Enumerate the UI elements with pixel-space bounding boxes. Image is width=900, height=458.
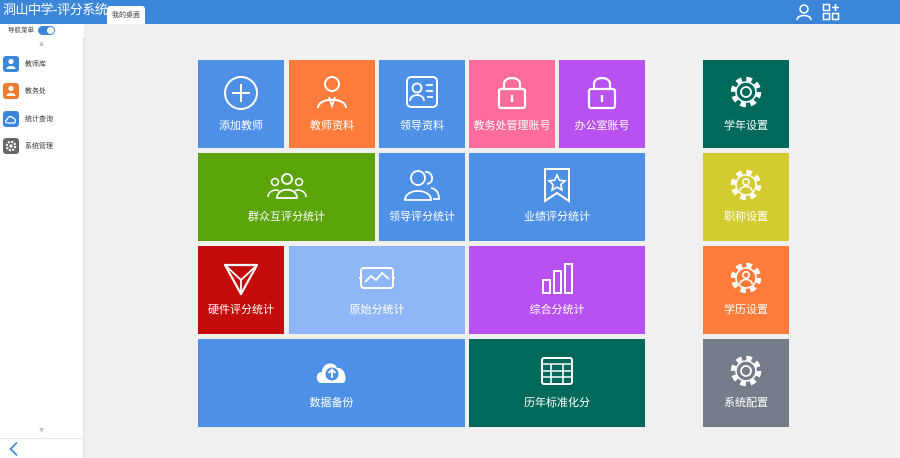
sidebar-item-label: 统计查询 bbox=[25, 115, 53, 123]
tile-hardware-evaluation[interactable]: 硬件评分统计 bbox=[198, 246, 284, 334]
tile-label: 群众互评分统计 bbox=[248, 210, 325, 223]
tile-label: 领导评分统计 bbox=[389, 210, 455, 223]
sidebar-item-label: 教师库 bbox=[25, 60, 46, 68]
cloud-icon bbox=[3, 111, 19, 127]
tile-leader-evaluation[interactable]: 领导评分统计 bbox=[379, 153, 465, 241]
lock-icon bbox=[586, 74, 618, 110]
profile-card-icon bbox=[404, 74, 440, 110]
sidebar-item-label: 教务处 bbox=[25, 87, 46, 95]
tile-label: 教师资料 bbox=[310, 119, 354, 132]
tile-composite-statistics[interactable]: 综合分统计 bbox=[469, 246, 645, 334]
tile-label: 历年标准化分 bbox=[524, 396, 590, 409]
sidebar-footer bbox=[0, 438, 84, 458]
user-icon bbox=[3, 83, 19, 99]
tile-teacher-info[interactable]: 教师资料 bbox=[289, 60, 375, 148]
tile-education-setting[interactable]: 学历设置 bbox=[703, 246, 789, 334]
tile-label: 领导资料 bbox=[400, 119, 444, 132]
gear-icon bbox=[727, 352, 765, 390]
scroll-up-icon[interactable]: ▲ bbox=[37, 41, 46, 47]
app-title: 洞山中学-评分系统 bbox=[3, 3, 108, 18]
nav-menu-toggle[interactable] bbox=[38, 26, 55, 35]
tile-school-year[interactable]: 学年设置 bbox=[703, 60, 789, 148]
tile-label: 系统配置 bbox=[724, 396, 768, 409]
tile-label: 职称设置 bbox=[724, 210, 768, 223]
tile-label: 办公室账号 bbox=[574, 119, 630, 132]
tile-label: 学历设置 bbox=[724, 303, 768, 316]
tile-label: 业绩评分统计 bbox=[524, 210, 590, 223]
sidebar-item-label: 系统管理 bbox=[25, 142, 53, 150]
apps-add-icon[interactable] bbox=[822, 3, 840, 21]
sidebar: ▲ 教师库 教务处 统计查询 系统管理 ▼ bbox=[0, 37, 84, 458]
tile-label: 硬件评分统计 bbox=[208, 303, 274, 316]
group-icon bbox=[266, 171, 307, 201]
teacher-icon bbox=[313, 73, 351, 111]
bookmark-star-icon bbox=[541, 167, 573, 203]
user-icon[interactable] bbox=[795, 3, 813, 21]
tile-title-setting[interactable]: 职称设置 bbox=[703, 153, 789, 241]
plus-circle-icon bbox=[222, 74, 260, 112]
tile-mass-evaluation[interactable]: 群众互评分统计 bbox=[198, 153, 375, 241]
scroll-down-icon[interactable]: ▼ bbox=[37, 428, 46, 434]
top-bar: 洞山中学-评分系统 我的桌面 bbox=[0, 0, 900, 24]
tile-label: 原始分统计 bbox=[349, 303, 405, 316]
tile-historical-standardization[interactable]: 历年标准化分 bbox=[469, 339, 645, 427]
tile-label: 教务处管理账号 bbox=[473, 119, 551, 132]
table-icon bbox=[540, 356, 574, 386]
sidebar-item-teacher-library[interactable]: 教师库 bbox=[0, 55, 84, 77]
sidebar-item-statistics[interactable]: 统计查询 bbox=[0, 110, 84, 132]
tile-system-config[interactable]: 系统配置 bbox=[703, 339, 789, 427]
tile-academic-account[interactable]: 教务处管理账号 bbox=[469, 60, 555, 148]
tile-add-teacher[interactable]: 添加教师 bbox=[198, 60, 284, 148]
tile-raw-statistics[interactable]: 原始分统计 bbox=[289, 246, 465, 334]
monitor-chart-icon bbox=[359, 266, 395, 292]
tile-performance-evaluation[interactable]: 业绩评分统计 bbox=[469, 153, 645, 241]
toggle-knob bbox=[47, 27, 54, 34]
tile-label: 添加教师 bbox=[219, 119, 263, 132]
gear-user-icon bbox=[727, 166, 765, 204]
tile-data-backup[interactable]: 数据备份 bbox=[198, 339, 465, 427]
triangle-icon bbox=[223, 262, 259, 296]
sidebar-item-academic-office[interactable]: 教务处 bbox=[0, 82, 84, 104]
gear-icon bbox=[727, 73, 765, 111]
gear-icon bbox=[3, 138, 19, 154]
sidebar-item-system-management[interactable]: 系统管理 bbox=[0, 137, 84, 159]
tile-leader-info[interactable]: 领导资料 bbox=[379, 60, 465, 148]
tile-label: 学年设置 bbox=[724, 119, 768, 132]
cloud-upload-icon bbox=[314, 355, 350, 387]
users-icon bbox=[404, 169, 440, 201]
lock-icon bbox=[496, 74, 528, 110]
tab-my-desktop[interactable]: 我的桌面 bbox=[107, 6, 145, 24]
nav-menu-row: 导航菜单 bbox=[0, 24, 84, 37]
tile-office-account[interactable]: 办公室账号 bbox=[559, 60, 645, 148]
gear-user-icon bbox=[727, 259, 765, 297]
collapse-left-icon[interactable] bbox=[8, 441, 20, 457]
nav-menu-label: 导航菜单 bbox=[8, 26, 34, 34]
bar-chart-icon bbox=[540, 262, 574, 294]
tile-label: 数据备份 bbox=[309, 396, 354, 409]
tile-label: 综合分统计 bbox=[529, 303, 585, 316]
user-icon bbox=[3, 56, 19, 72]
